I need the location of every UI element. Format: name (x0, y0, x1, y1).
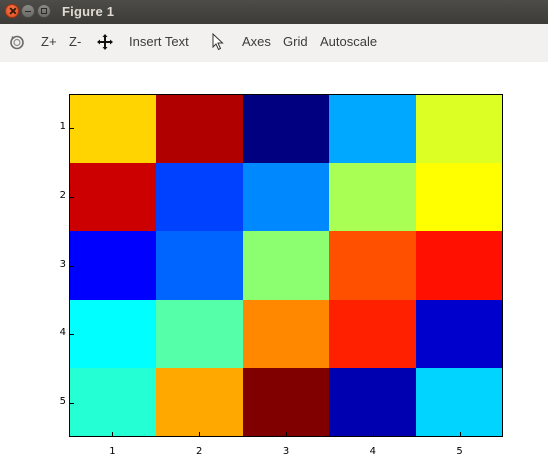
axes-button[interactable]: Axes (242, 32, 271, 52)
heatmap-cell-r1-c1 (70, 95, 157, 164)
heatmap-cell-r3-c2 (156, 231, 243, 300)
x-tick-mark-5 (459, 432, 461, 436)
heatmap-cell-r5-c3 (242, 367, 330, 436)
heatmap-cell-r2-c4 (329, 163, 416, 232)
zoom-out-button[interactable]: Z- (69, 32, 81, 52)
x-tick-label-1: 1 (109, 446, 116, 457)
x-tick-mark-2 (199, 432, 201, 436)
heatmap-cell-r1-c2 (156, 95, 243, 164)
heatmap-cell-r1-c3 (242, 95, 330, 164)
toolbar: Z+ Z- Insert Text Axes Grid Autoscale (0, 24, 548, 62)
y-tick-label-4: 4 (59, 327, 66, 339)
heatmap-cell-r2-c2 (156, 163, 243, 232)
heatmap-cell-r4-c5 (415, 299, 502, 368)
maximize-icon[interactable] (37, 4, 51, 18)
heatmap-cell-r5-c5 (415, 367, 502, 436)
heatmap-cell-r3-c4 (329, 231, 416, 300)
heatmap-cell-r2-c1 (70, 163, 157, 232)
x-tick-label-4: 4 (369, 446, 376, 457)
window-title: Figure 1 (62, 4, 115, 19)
x-tick-mark-1 (112, 432, 114, 436)
x-tick-label-2: 2 (196, 446, 203, 457)
y-tick-label-3: 3 (59, 258, 66, 270)
close-icon[interactable] (5, 4, 19, 18)
heatmap-cell-r3-c5 (415, 231, 502, 300)
zoom-in-button[interactable]: Z+ (41, 32, 57, 52)
y-tick-mark-1 (70, 128, 74, 130)
heatmap-cell-r5-c4 (329, 367, 416, 436)
select-pointer-icon[interactable] (210, 32, 228, 51)
figure-window: Figure 1 Z+ Z- Insert Text Axes Grid Aut… (0, 0, 548, 476)
heatmap[interactable] (69, 94, 503, 437)
heatmap-cell-r1-c4 (329, 95, 416, 164)
plot-area[interactable]: 1 2 3 4 5 1 2 3 4 5 (0, 62, 548, 476)
insert-text-button[interactable]: Insert Text (129, 32, 189, 52)
heatmap-cell-r1-c5 (415, 95, 502, 164)
autoscale-button[interactable]: Autoscale (320, 32, 377, 52)
heatmap-cell-r3-c3 (242, 231, 330, 300)
y-tick-label-5: 5 (59, 395, 66, 407)
y-tick-mark-4 (70, 334, 74, 336)
pan-icon[interactable] (96, 33, 114, 51)
y-tick-label-1: 1 (59, 121, 66, 133)
title-bar: Figure 1 (0, 0, 548, 24)
heatmap-cell-r4-c2 (156, 299, 243, 368)
heatmap-cell-r5-c2 (156, 367, 243, 436)
y-tick-mark-2 (70, 196, 74, 198)
minimize-icon[interactable] (21, 4, 35, 18)
heatmap-cell-r2-c3 (242, 163, 330, 232)
heatmap-cell-r2-c5 (415, 163, 502, 232)
x-tick-mark-3 (286, 432, 287, 436)
x-tick-mark-4 (372, 432, 374, 436)
heatmap-cell-r3-c1 (70, 231, 157, 300)
y-tick-label-2: 2 (59, 189, 66, 201)
x-tick-label-3: 3 (282, 446, 290, 457)
heatmap-cell-r4-c1 (70, 299, 157, 368)
heatmap-cell-r5-c1 (70, 367, 157, 436)
heatmap-cell-r4-c3 (242, 299, 330, 368)
heatmap-cell-r4-c4 (329, 299, 416, 368)
y-tick-mark-5 (70, 402, 74, 404)
rotate-icon[interactable] (8, 33, 26, 51)
y-tick-mark-3 (70, 265, 74, 267)
grid-button[interactable]: Grid (283, 32, 308, 52)
x-tick-label-5: 5 (456, 446, 463, 457)
